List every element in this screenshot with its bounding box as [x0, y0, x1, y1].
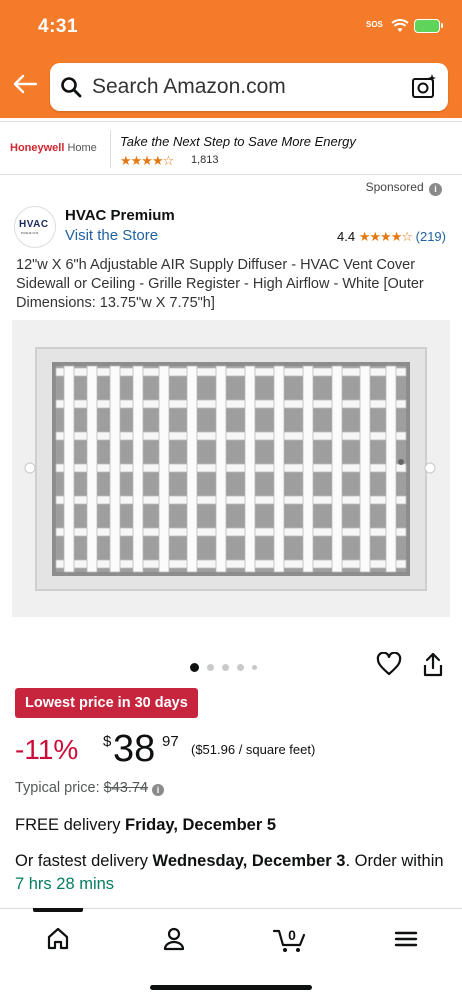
- price-currency: $: [103, 733, 112, 750]
- search-bar[interactable]: [50, 63, 448, 111]
- order-countdown: 7 hrs 28 mins: [15, 875, 115, 893]
- share-icon[interactable]: [422, 652, 444, 683]
- heart-icon[interactable]: [376, 651, 402, 681]
- product-title: 12"w X 6"h Adjustable AIR Supply Diffuse…: [16, 257, 424, 311]
- typical-price: Typical price: $43.74 i: [15, 780, 165, 796]
- search-icon: [60, 76, 82, 103]
- brand-name: HVAC Premium: [65, 207, 175, 224]
- product-image[interactable]: [12, 320, 450, 617]
- free-delivery: FREE delivery Friday, December 5: [15, 816, 277, 834]
- nav-active-indicator: [33, 908, 83, 912]
- banner-review-count: 1,813: [191, 154, 219, 166]
- search-input[interactable]: [92, 74, 402, 100]
- fastest-delivery: Or fastest delivery Wednesday, December …: [15, 852, 444, 893]
- price-fraction: 97: [162, 733, 179, 750]
- back-arrow-icon[interactable]: [12, 74, 38, 99]
- cart-icon[interactable]: 0: [272, 923, 308, 955]
- product-rating[interactable]: 4.4 ★★★★☆ (219): [337, 229, 446, 245]
- image-carousel-dots[interactable]: [190, 659, 265, 677]
- sponsored-banner-ad[interactable]: Honeywell Home Take the Next Step to Sav…: [0, 121, 462, 175]
- carousel-dot[interactable]: [237, 664, 244, 672]
- banner-divider: [110, 130, 111, 168]
- discount-percent: -11%: [15, 734, 79, 765]
- rating-stars: ★★★★☆: [358, 229, 413, 244]
- typical-price-label: Typical price:: [15, 780, 104, 796]
- sponsored-label[interactable]: Sponsored i: [366, 180, 442, 196]
- unit-price: ($51.96 / square feet): [191, 742, 316, 757]
- deal-badge: Lowest price in 30 days: [15, 688, 198, 718]
- price-block: -11% $ 38 97 ($51.96 / square feet): [15, 728, 455, 774]
- carousel-dot[interactable]: [207, 664, 214, 672]
- menu-icon[interactable]: [390, 923, 422, 955]
- visit-store-link[interactable]: Visit the Store: [65, 227, 158, 244]
- vent-diffuser-illustration: [12, 320, 450, 617]
- sos-indicator: SOS: [366, 20, 383, 29]
- cart-count: 0: [288, 927, 296, 943]
- banner-tagline: Take the Next Step to Save More Energy: [120, 134, 356, 149]
- info-icon[interactable]: i: [152, 784, 165, 796]
- banner-star-rating: ★★★★☆: [120, 153, 174, 168]
- brand-logo-subtext: PREMIUM: [21, 231, 39, 235]
- battery-icon: [414, 19, 443, 33]
- fastest-delivery-date: Wednesday, December 3: [152, 852, 346, 870]
- carousel-dot[interactable]: [252, 665, 257, 671]
- carousel-dot[interactable]: [222, 664, 229, 672]
- home-indicator[interactable]: [150, 985, 312, 990]
- typical-price-value: $43.74: [103, 780, 149, 796]
- wifi-icon: [391, 19, 409, 38]
- info-icon: i: [429, 183, 442, 196]
- brand-logo[interactable]: HVAC PREMIUM: [14, 206, 56, 248]
- honeywell-logo: Honeywell Home: [10, 142, 97, 154]
- header: 4:31 SOS: [0, 0, 462, 118]
- rating-value: 4.4: [337, 229, 356, 244]
- delivery-date: Friday, December 5: [125, 816, 277, 834]
- camera-search-icon[interactable]: [410, 73, 438, 106]
- price-whole: 38: [113, 728, 156, 770]
- account-icon[interactable]: [158, 923, 190, 955]
- brand-logo-text: HVAC: [19, 219, 49, 230]
- carousel-dot[interactable]: [190, 663, 199, 673]
- home-icon[interactable]: [42, 923, 74, 955]
- status-time: 4:31: [38, 16, 79, 37]
- rating-count[interactable]: (219): [416, 229, 446, 244]
